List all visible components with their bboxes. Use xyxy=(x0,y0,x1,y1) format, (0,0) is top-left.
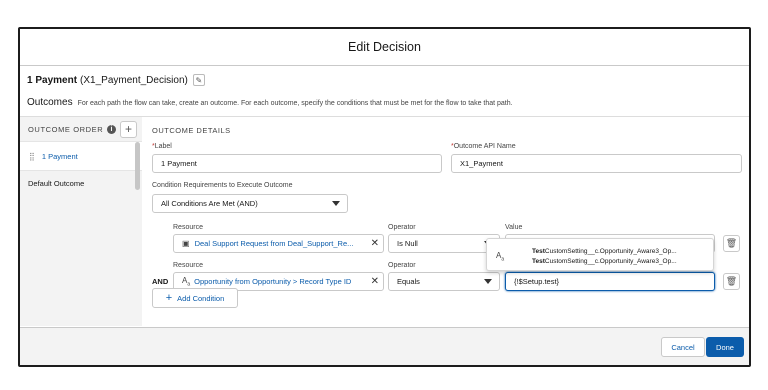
delete-condition-icon[interactable]: 🗑 xyxy=(723,273,740,290)
outcomes-heading: Outcomes xyxy=(27,97,73,108)
label-field-label: *Label xyxy=(152,143,172,150)
operator-select[interactable]: Equals xyxy=(388,272,500,291)
operator-label: Operator xyxy=(388,262,416,269)
resource-input[interactable]: ▣ Deal Support Request from Deal_Support… xyxy=(173,234,384,253)
option-match-text: Test xyxy=(532,258,545,265)
chevron-down-icon xyxy=(484,279,492,284)
resource-value: Opportunity from Opportunity > Record Ty… xyxy=(194,277,352,286)
operator-label: Operator xyxy=(388,224,416,231)
sidebar-item-1-payment[interactable]: ⣿ 1 Payment xyxy=(20,141,142,171)
sidebar-scrollbar[interactable] xyxy=(135,142,140,190)
modal-title: Edit Decision xyxy=(20,29,749,66)
autocomplete-dropdown: Aa TestCustomSetting__c.Opportunity_Awar… xyxy=(486,238,714,271)
api-name-input[interactable]: X1_Payment xyxy=(451,154,742,173)
delete-condition-icon[interactable]: 🗑 xyxy=(723,235,740,252)
outcome-order-label: OUTCOME ORDER xyxy=(28,124,104,134)
condition-requirements-select[interactable]: All Conditions Are Met (AND) xyxy=(152,194,348,213)
done-button[interactable]: Done xyxy=(706,337,744,357)
element-api-name: (X1_Payment_Decision) xyxy=(80,74,188,86)
clear-icon[interactable]: ✕ xyxy=(371,238,379,249)
clear-icon[interactable]: ✕ xyxy=(371,276,379,287)
label-field-label-text: Label xyxy=(154,143,172,150)
text-type-icon: Aa xyxy=(496,251,505,263)
sidebar-item-label: 1 Payment xyxy=(41,151,78,161)
drag-handle-icon[interactable]: ⣿ xyxy=(29,152,35,161)
autocomplete-option[interactable]: TestCustomSetting__c.Opportunity_Aware3_… xyxy=(532,248,677,255)
sidebar-item-default-outcome[interactable]: Default Outcome xyxy=(20,171,142,195)
info-icon[interactable]: i xyxy=(107,124,117,134)
outcome-details-panel: OUTCOME DETAILS *Label 1 Payment *Outcom… xyxy=(142,116,749,326)
add-condition-button[interactable]: + Add Condition xyxy=(152,288,238,308)
autocomplete-option[interactable]: TestCustomSetting__c.Opportunity_Aware3_… xyxy=(532,258,677,265)
value-label: Value xyxy=(505,224,523,231)
plus-icon: + xyxy=(165,292,173,304)
cancel-button[interactable]: Cancel xyxy=(661,337,705,357)
option-rest-text: CustomSetting__c.Opportunity_Aware3_Op..… xyxy=(544,258,677,265)
value-input[interactable]: {!$Setup.test} xyxy=(505,272,715,291)
edit-decision-modal: Edit Decision 1 Payment (X1_Payment_Deci… xyxy=(18,27,751,367)
condition-requirements-value: All Conditions Are Met (AND) xyxy=(161,199,258,208)
operator-value: Is Null xyxy=(397,239,418,248)
and-label: AND xyxy=(152,277,169,286)
operator-select[interactable]: Is Null xyxy=(388,234,500,253)
sidebar-item-label: Default Outcome xyxy=(28,178,85,188)
outcome-order-header: OUTCOME ORDER i + xyxy=(20,117,142,141)
operator-value: Equals xyxy=(397,277,420,286)
option-rest-text: CustomSetting__c.Opportunity_Aware3_Op..… xyxy=(544,248,677,255)
modal-footer: Cancel Done xyxy=(20,327,749,365)
add-outcome-button[interactable]: + xyxy=(120,120,138,138)
resource-value: Deal Support Request from Deal_Support_R… xyxy=(194,239,354,248)
resource-label: Resource xyxy=(173,262,203,269)
label-input[interactable]: 1 Payment xyxy=(152,154,442,173)
resource-label: Resource xyxy=(173,224,203,231)
add-condition-label: Add Condition xyxy=(177,293,225,303)
api-name-field-label: *Outcome API Name xyxy=(451,143,516,150)
element-name: 1 Payment xyxy=(27,74,78,86)
chevron-down-icon xyxy=(332,201,340,206)
element-title: 1 Payment (X1_Payment_Decision) ✎ xyxy=(27,74,205,86)
text-type-icon: Aa xyxy=(182,275,191,288)
outcome-details-heading: OUTCOME DETAILS xyxy=(152,126,231,135)
option-match-text: Test xyxy=(532,248,545,255)
edit-pencil-icon[interactable]: ✎ xyxy=(192,74,205,86)
outcomes-header: Outcomes For each path the flow can take… xyxy=(27,97,513,108)
condition-requirements-label: Condition Requirements to Execute Outcom… xyxy=(152,182,293,189)
api-name-label-text: Outcome API Name xyxy=(453,143,516,150)
record-icon: ▣ xyxy=(182,239,190,248)
outcomes-description: For each path the flow can take, create … xyxy=(77,100,513,107)
outcome-sidebar: OUTCOME ORDER i + ⣿ 1 Payment Default Ou… xyxy=(20,116,142,326)
